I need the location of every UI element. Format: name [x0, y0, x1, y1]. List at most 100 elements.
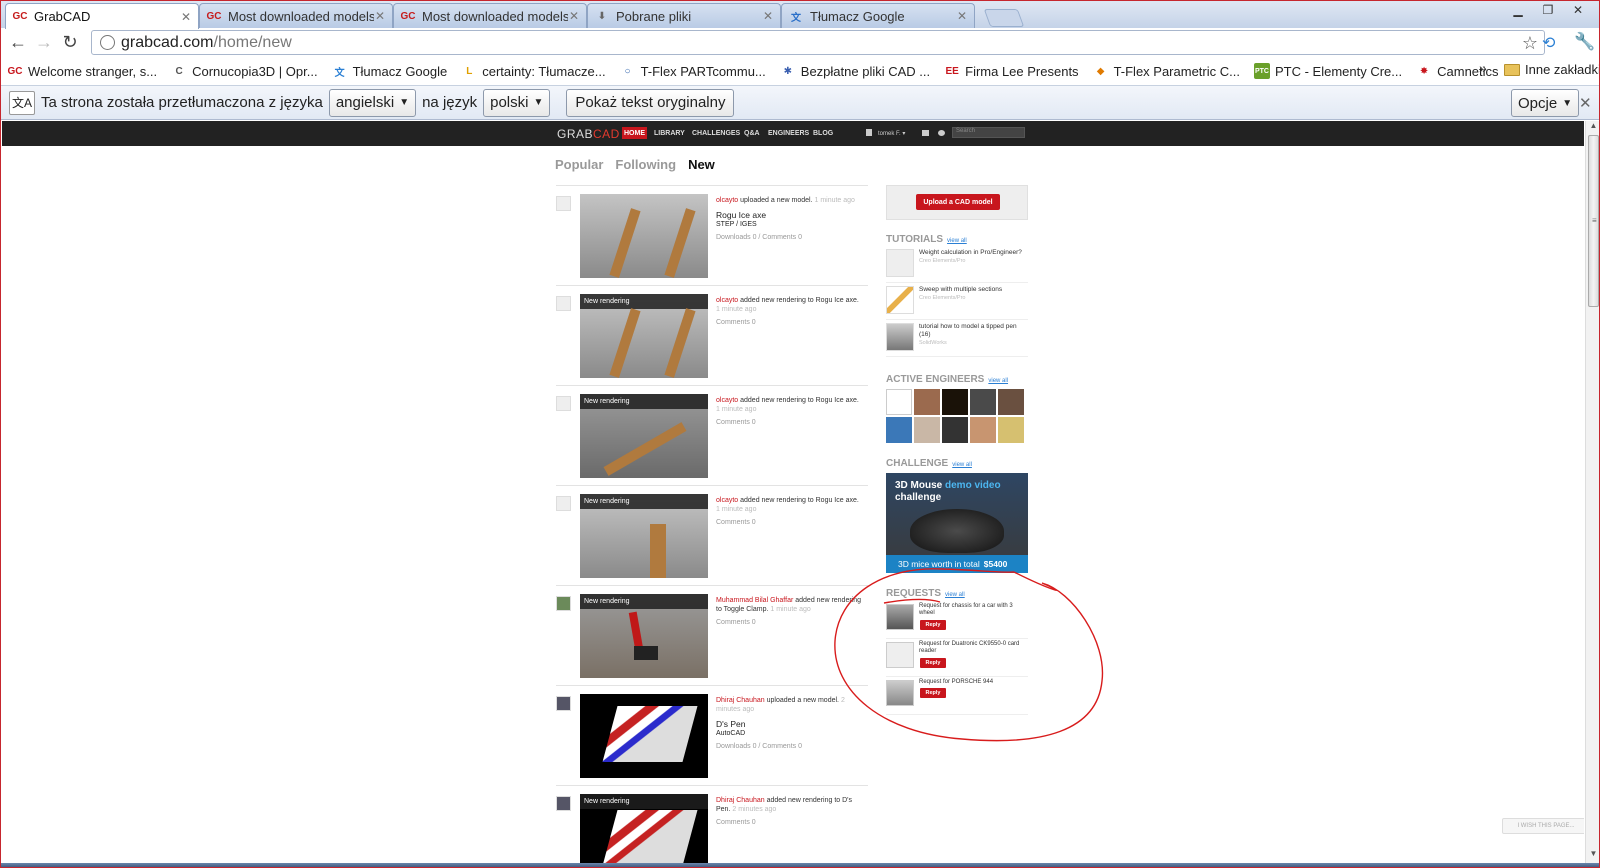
engineer-avatar[interactable] — [970, 389, 996, 415]
model-thumbnail[interactable] — [580, 194, 708, 278]
model-thumbnail[interactable] — [580, 694, 708, 778]
tab-popular[interactable]: Popular — [555, 157, 603, 172]
bookmark-item[interactable]: C Cornucopia3D | Opr... — [171, 63, 317, 79]
feed-user-link[interactable]: Dhiraj Chauhan — [716, 697, 765, 704]
nav-blog[interactable]: BLOG — [813, 130, 833, 137]
view-all-link[interactable]: view all — [945, 592, 965, 598]
model-thumbnail[interactable]: New rendering — [580, 494, 708, 578]
show-original-button[interactable]: Pokaż tekst oryginalny — [566, 88, 735, 117]
request-thumbnail[interactable] — [886, 680, 914, 706]
maximize-icon[interactable]: ❐ — [1533, 1, 1563, 19]
reply-button[interactable]: Reply — [920, 688, 946, 698]
bookmarks-overflow-chevron-icon[interactable]: » — [1479, 60, 1487, 76]
engineer-avatar[interactable] — [942, 389, 968, 415]
close-tab-icon[interactable]: ✕ — [374, 9, 386, 23]
reply-button[interactable]: Reply — [920, 620, 946, 630]
new-tab-button[interactable] — [983, 9, 1025, 27]
site-logo[interactable]: GRABCAD — [557, 127, 620, 141]
challenge-banner[interactable]: 3D Mouse demo video challenge 3D mice wor… — [886, 473, 1028, 573]
scrollbar-thumb[interactable]: ≡ — [1588, 135, 1599, 307]
reply-button[interactable]: Reply — [920, 658, 946, 668]
model-thumbnail[interactable]: New rendering — [580, 794, 708, 863]
mail-icon[interactable] — [922, 130, 929, 136]
engineer-avatar[interactable] — [914, 417, 940, 443]
avatar[interactable] — [556, 796, 571, 811]
tutorial-item[interactable]: Weight calculation in Pro/Engineer? Creo … — [886, 247, 1028, 283]
request-title[interactable]: Request for PORSCHE 944 — [919, 679, 1027, 686]
nav-home[interactable]: HOME — [622, 127, 647, 139]
avatar[interactable] — [556, 696, 571, 711]
translate-options-button[interactable]: Opcje ▼ — [1511, 89, 1580, 117]
view-all-link[interactable]: view all — [947, 238, 967, 244]
avatar[interactable] — [556, 296, 571, 311]
site-search-input[interactable]: Search — [952, 127, 1025, 138]
close-tab-icon[interactable]: ✕ — [568, 9, 580, 23]
tutorial-item[interactable]: tutorial how to model a tipped pen (16) S… — [886, 321, 1028, 357]
close-window-icon[interactable]: ✕ — [1563, 1, 1593, 19]
engineer-avatar[interactable] — [998, 389, 1024, 415]
scroll-up-arrow-icon[interactable]: ▲ — [1586, 121, 1599, 135]
other-bookmarks[interactable]: Inne zakładki — [1504, 62, 1599, 77]
wish-this-page-button[interactable]: I WISH THIS PAGE... — [1502, 818, 1584, 834]
scroll-down-arrow-icon[interactable]: ▼ — [1586, 849, 1599, 863]
feed-user-link[interactable]: olcayto — [716, 197, 738, 204]
feed-user-link[interactable]: olcayto — [716, 497, 738, 504]
engineer-avatar[interactable] — [998, 417, 1024, 443]
avatar[interactable] — [556, 396, 571, 411]
back-arrow-icon[interactable]: ← — [5, 30, 31, 56]
bookmark-item[interactable]: Lcertainty: Tłumacze... — [461, 63, 605, 79]
nav-engineers[interactable]: ENGINEERS — [768, 130, 809, 137]
model-title-link[interactable]: Rogu Ice axe — [716, 211, 868, 220]
bookmark-star-icon[interactable]: ☆ — [1522, 33, 1538, 54]
bookmark-item[interactable]: 文 Tłumacz Google — [332, 63, 448, 79]
extension-icon[interactable]: ⟲ — [1542, 33, 1555, 53]
avatar[interactable] — [556, 196, 571, 211]
engineer-avatar[interactable] — [942, 417, 968, 443]
tab-downloads[interactable]: ⬇ Pobrane pliki ✕ — [587, 3, 781, 28]
model-title-link[interactable]: D's Pen — [716, 720, 868, 729]
minimize-icon[interactable]: ▁ — [1503, 1, 1533, 19]
target-language-select[interactable]: polski ▼ — [483, 88, 551, 117]
bookmark-item[interactable]: GC Welcome stranger, s... — [7, 63, 158, 79]
vertical-scrollbar[interactable]: ▲ ≡ ▼ — [1585, 121, 1599, 863]
forward-arrow-icon[interactable]: → — [31, 30, 57, 56]
tab-most-downloaded-2[interactable]: GC Most downloaded models - ✕ — [393, 3, 587, 28]
avatar[interactable] — [556, 496, 571, 511]
tab-following[interactable]: Following — [615, 157, 676, 172]
tutorial-item[interactable]: Sweep with multiple sections Creo Element… — [886, 284, 1028, 320]
bookmark-item[interactable]: PTC PTC - Elementy Cre... — [1253, 63, 1402, 79]
avatar[interactable] — [556, 596, 571, 611]
close-infobar-icon[interactable]: ✕ — [1579, 94, 1592, 112]
feed-user-link[interactable]: olcayto — [716, 297, 738, 304]
engineer-avatar[interactable] — [914, 389, 940, 415]
view-all-link[interactable]: view all — [988, 378, 1008, 384]
model-thumbnail[interactable]: New rendering — [580, 594, 708, 678]
source-language-select[interactable]: angielski ▼ — [328, 88, 417, 117]
close-tab-icon[interactable]: ✕ — [762, 9, 774, 23]
bookmark-item[interactable]: ✱ Bezpłatne pliki CAD ... — [780, 63, 931, 79]
reload-icon[interactable]: ↻ — [57, 30, 83, 56]
model-thumbnail[interactable]: New rendering — [580, 294, 708, 378]
tab-google-translate[interactable]: 文 Tłumacz Google ✕ — [781, 3, 975, 28]
bookmark-item[interactable]: ◆ T-Flex Parametric C... — [1093, 63, 1240, 79]
facebook-icon[interactable] — [866, 129, 872, 136]
request-title[interactable]: Request for Duatronic CK9550-0 card read… — [919, 641, 1027, 655]
request-thumbnail[interactable] — [886, 642, 914, 668]
bookmark-item[interactable]: EE Firma Lee Presents — [944, 63, 1078, 79]
close-tab-icon[interactable]: ✕ — [956, 9, 968, 23]
engineer-avatar[interactable] — [886, 417, 912, 443]
feed-user-link[interactable]: Dhiraj Chauhan — [716, 797, 765, 804]
model-thumbnail[interactable]: New rendering — [580, 394, 708, 478]
tab-most-downloaded-1[interactable]: GC Most downloaded models - ✕ — [199, 3, 393, 28]
wrench-menu-icon[interactable]: 🔧 — [1574, 32, 1595, 52]
upload-cad-model-button[interactable]: Upload a CAD model — [916, 194, 1000, 210]
nav-challenges[interactable]: CHALLENGES — [692, 130, 740, 137]
engineer-avatar[interactable] — [886, 389, 912, 415]
tab-grabcad[interactable]: GC GrabCAD ✕ — [5, 3, 199, 29]
engineer-avatar[interactable] — [970, 417, 996, 443]
nav-library[interactable]: LIBRARY — [654, 130, 685, 137]
nav-qa[interactable]: Q&A — [744, 130, 760, 137]
request-title[interactable]: Request for chassis for a car with 3 whe… — [919, 603, 1027, 617]
user-menu[interactable]: tomek F. ▾ — [878, 130, 905, 137]
close-tab-icon[interactable]: ✕ — [180, 10, 192, 24]
